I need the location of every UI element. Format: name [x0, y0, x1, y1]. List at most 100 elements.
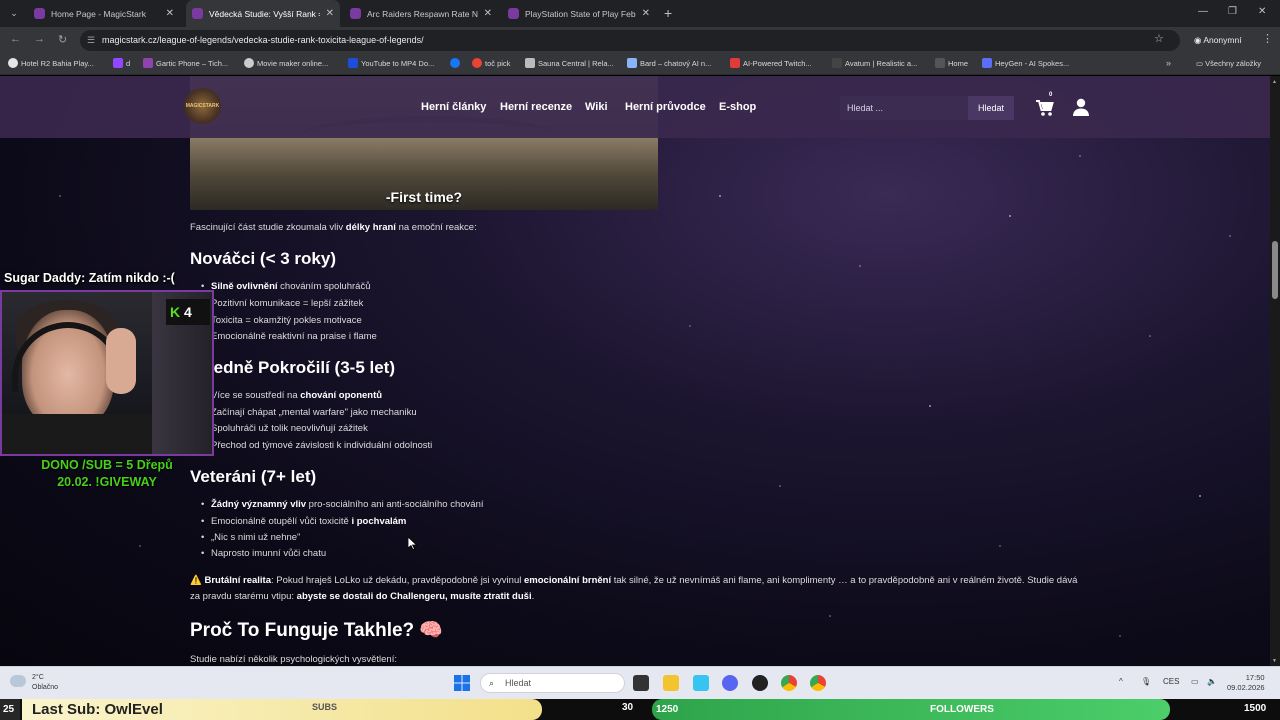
- network-icon[interactable]: ▭: [1191, 677, 1199, 686]
- search-icon: ⌕: [489, 678, 495, 688]
- bookmark-item[interactable]: Home: [935, 58, 968, 68]
- promo-line-1: DONO /SUB = 5 Dřepů: [41, 458, 173, 472]
- bookmark-item[interactable]: d: [113, 58, 130, 68]
- list-item: Naprosto imunní vůči chatu: [201, 548, 326, 559]
- close-window-icon[interactable]: ✕: [1258, 6, 1266, 17]
- section-heading-novacci: Nováčci (< 3 roky): [190, 249, 336, 268]
- nav-wiki[interactable]: Wiki: [585, 101, 608, 113]
- tab-title: Arc Raiders Respawn Rate Nep: [367, 8, 478, 19]
- browser-toolbar: ← → ↻ ☰ magicstark.cz/league-of-legends/…: [0, 27, 1280, 54]
- tab-title: Home Page - MagicStark: [51, 8, 146, 19]
- obs-icon[interactable]: [752, 675, 768, 691]
- task-view-icon[interactable]: [633, 675, 649, 691]
- site-info-icon[interactable]: ☰: [87, 30, 95, 51]
- tab-search-icon[interactable]: ⌄: [6, 5, 22, 21]
- bookmark-item[interactable]: [450, 58, 463, 68]
- clock-time: 17:50: [1245, 673, 1265, 682]
- last-sub-text: Last Sub: OwlEvel: [32, 701, 163, 718]
- last-paragraph: Studie nabízí několik psychologických vy…: [190, 654, 397, 665]
- bookmark-label: Sauna Central | Rela...: [538, 58, 614, 68]
- tab-playstation[interactable]: PlayStation State of Play Februa ✕: [502, 0, 656, 27]
- bookmark-label: YouTube to MP4 Do...: [361, 58, 435, 68]
- bookmark-item[interactable]: Bard – chatový AI n...: [627, 58, 711, 68]
- left-counter: 25: [0, 699, 20, 720]
- tab-arc-raiders[interactable]: Arc Raiders Respawn Rate Nep ✕: [344, 0, 498, 27]
- site-search-button[interactable]: Hledat: [968, 96, 1014, 120]
- page-scrollbar[interactable]: ▲ ▼: [1270, 76, 1280, 666]
- menu-icon[interactable]: ⋮: [1262, 32, 1273, 45]
- kick-viewer-badge: K 4: [166, 299, 210, 325]
- bookmark-item[interactable]: Avatum | Realistic a...: [832, 58, 917, 68]
- bookmark-item[interactable]: toč pick: [472, 58, 510, 68]
- list-item-text: pro-sociálního ani anti-sociálního chová…: [306, 499, 484, 510]
- bookmark-label: Hotel R2 Bahia Play...: [21, 58, 94, 68]
- close-tab-icon[interactable]: ✕: [166, 8, 174, 19]
- maximize-icon[interactable]: ❐: [1228, 6, 1237, 17]
- site-logo[interactable]: MAGICSTARK: [184, 88, 221, 124]
- magicstark-favicon-icon: [192, 8, 203, 19]
- last-sub-bar: Last Sub: OwlEvel: [22, 699, 542, 720]
- url-text: magicstark.cz/league-of-legends/vedecka-…: [102, 35, 424, 45]
- tab-home[interactable]: Home Page - MagicStark ✕: [28, 0, 180, 27]
- list-item: Toxicita = okamžitý pokles motivace: [201, 315, 362, 326]
- system-clock[interactable]: 17:50 09.02.2026: [1227, 673, 1265, 693]
- user-icon[interactable]: [1073, 98, 1089, 116]
- bookmark-item[interactable]: AI-Powered Twitch...: [730, 58, 812, 68]
- bookmark-item[interactable]: YouTube to MP4 Do...: [348, 58, 434, 68]
- microphone-icon[interactable]: 🎙: [1141, 677, 1151, 686]
- intro-text: na emoční reakce:: [395, 222, 477, 233]
- list-item-bold: i pochvalám: [351, 516, 407, 527]
- taskbar-search[interactable]: ⌕ Hledat: [480, 673, 625, 693]
- bookmark-label: Bard – chatový AI n...: [640, 58, 712, 68]
- scroll-thumb[interactable]: [1272, 241, 1278, 299]
- nav-herni-clanky[interactable]: Herní články: [421, 101, 486, 113]
- bookmark-item[interactable]: Hotel R2 Bahia Play...: [8, 58, 94, 68]
- slack-icon[interactable]: [693, 675, 709, 691]
- chrome-profile-icon[interactable]: [810, 675, 826, 691]
- weather-temp: 2°C: [32, 674, 44, 681]
- forward-icon[interactable]: →: [34, 33, 45, 45]
- bookmark-item[interactable]: Sauna Central | Rela...: [525, 58, 614, 68]
- volume-icon[interactable]: 🔈: [1207, 677, 1217, 686]
- close-tab-icon[interactable]: ✕: [326, 8, 334, 19]
- windows-start-icon[interactable]: [454, 675, 470, 691]
- reload-icon[interactable]: ↻: [58, 33, 67, 46]
- scroll-up-icon[interactable]: ▲: [1272, 79, 1277, 85]
- bookmark-label: Gartic Phone – Tich...: [156, 58, 229, 68]
- chrome-icon[interactable]: [781, 675, 797, 691]
- bookmark-star-icon[interactable]: ☆: [1154, 32, 1164, 45]
- reality-bold: abyste se dostali do Challengeru, musíte…: [296, 591, 532, 602]
- bookmark-item[interactable]: Movie maker online...: [244, 58, 328, 68]
- subs-value: 30: [622, 702, 634, 713]
- tab-title: PlayStation State of Play Februa: [525, 8, 636, 19]
- tab-article-active[interactable]: Vědecká Studie: Vyšší Rank = V ✕: [186, 0, 340, 27]
- minimize-icon[interactable]: —: [1198, 6, 1208, 17]
- nav-eshop[interactable]: E-shop: [719, 101, 756, 113]
- nav-herni-recenze[interactable]: Herní recenze: [500, 101, 572, 113]
- all-bookmarks-button[interactable]: ▭ Všechny záložky: [1196, 59, 1261, 68]
- tray-chevron-icon[interactable]: ^: [1119, 677, 1123, 686]
- warning-icon: ⚠️: [190, 575, 202, 586]
- scroll-down-icon[interactable]: ▼: [1272, 658, 1277, 664]
- back-icon[interactable]: ←: [10, 33, 21, 45]
- bookmark-item[interactable]: HeyGen - AI Spokes...: [982, 58, 1069, 68]
- address-bar[interactable]: ☰ magicstark.cz/league-of-legends/vedeck…: [80, 30, 1180, 51]
- bookmark-label: AI-Powered Twitch...: [743, 58, 812, 68]
- bookmark-item[interactable]: Gartic Phone – Tich...: [143, 58, 228, 68]
- more-bookmarks-icon[interactable]: »: [1166, 58, 1171, 68]
- close-tab-icon[interactable]: ✕: [484, 8, 492, 19]
- close-tab-icon[interactable]: ✕: [642, 8, 650, 19]
- new-tab-icon[interactable]: +: [664, 5, 672, 21]
- profile-button[interactable]: ◉ Anonymní: [1186, 31, 1250, 49]
- list-item-text: chováním spoluhráčů: [277, 281, 371, 292]
- language-indicator[interactable]: CES: [1163, 677, 1179, 686]
- cart-icon[interactable]: [1035, 98, 1055, 118]
- intro-text: Fascinující část studie zkoumala vliv: [190, 222, 346, 233]
- weather-widget[interactable]: 2°C Oblačno: [10, 673, 58, 693]
- list-item: Žádný významný vliv pro-sociálního ani a…: [201, 499, 484, 510]
- bookmark-label: Home: [948, 58, 969, 68]
- discord-icon[interactable]: [722, 675, 738, 691]
- nav-herni-pruvodce[interactable]: Herní průvodce: [625, 101, 706, 113]
- file-explorer-icon[interactable]: [663, 675, 679, 691]
- site-search-input[interactable]: Hledat ...: [840, 96, 968, 120]
